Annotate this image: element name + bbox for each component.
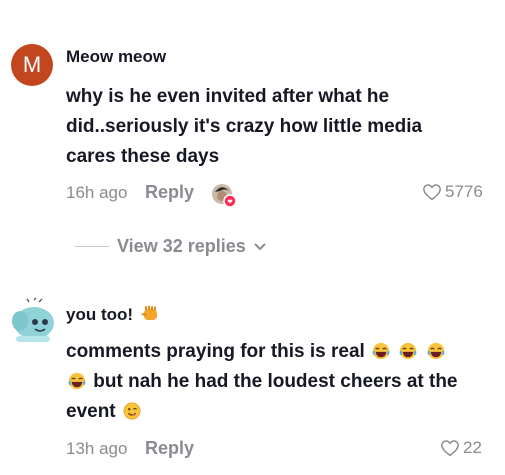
like-button[interactable]: 5776: [422, 182, 483, 202]
comment-username[interactable]: Meow meow: [66, 47, 166, 67]
like-button[interactable]: 22: [440, 438, 482, 458]
username-text: you too!: [66, 305, 134, 324]
divider: [75, 246, 109, 247]
comment-timestamp: 16h ago: [66, 183, 128, 202]
laughing-emoji-icon: [68, 372, 86, 390]
fist-emoji-icon: [141, 305, 157, 320]
like-count: 5776: [445, 182, 483, 201]
reply-button[interactable]: Reply: [145, 182, 194, 203]
avatar[interactable]: M: [11, 44, 53, 86]
heart-icon: [423, 184, 441, 201]
comment-text-line: did..seriously it's crazy how little med…: [66, 116, 423, 137]
comment-text-line: comments praying for this is real: [66, 337, 496, 367]
comment-username[interactable]: you too!: [66, 303, 162, 325]
comment-text-segment: but nah he had the loudest cheers at the: [93, 371, 458, 392]
creator-liked-avatar: [210, 182, 237, 208]
laughing-emoji-icon: [372, 342, 390, 360]
comment-text-segment: comments praying for this is real: [66, 341, 365, 362]
comment-timestamp: 13h ago: [66, 439, 128, 458]
reply-button[interactable]: Reply: [145, 438, 194, 459]
comment-text-segment: event: [66, 401, 116, 422]
laughing-emoji-icon: [427, 342, 445, 360]
comment-text: comments praying for this is real but na…: [66, 337, 496, 427]
view-replies-button[interactable]: View 32 replies: [75, 236, 266, 257]
comment-text: why is he even invited after what he did…: [66, 82, 496, 172]
comment-text-line: why is he even invited after what he: [66, 86, 390, 107]
chevron-down-icon: [254, 242, 266, 250]
comment-text-line: cares these days: [66, 146, 220, 167]
avatar[interactable]: [7, 296, 57, 344]
comment-text-line: event: [66, 397, 496, 427]
heart-icon: [441, 440, 459, 457]
view-replies-label: View 32 replies: [117, 236, 246, 256]
wink-emoji-icon: [123, 402, 141, 420]
like-count: 22: [463, 438, 482, 457]
laughing-emoji-icon: [399, 342, 417, 360]
comment-text-line: but nah he had the loudest cheers at the: [66, 367, 496, 397]
